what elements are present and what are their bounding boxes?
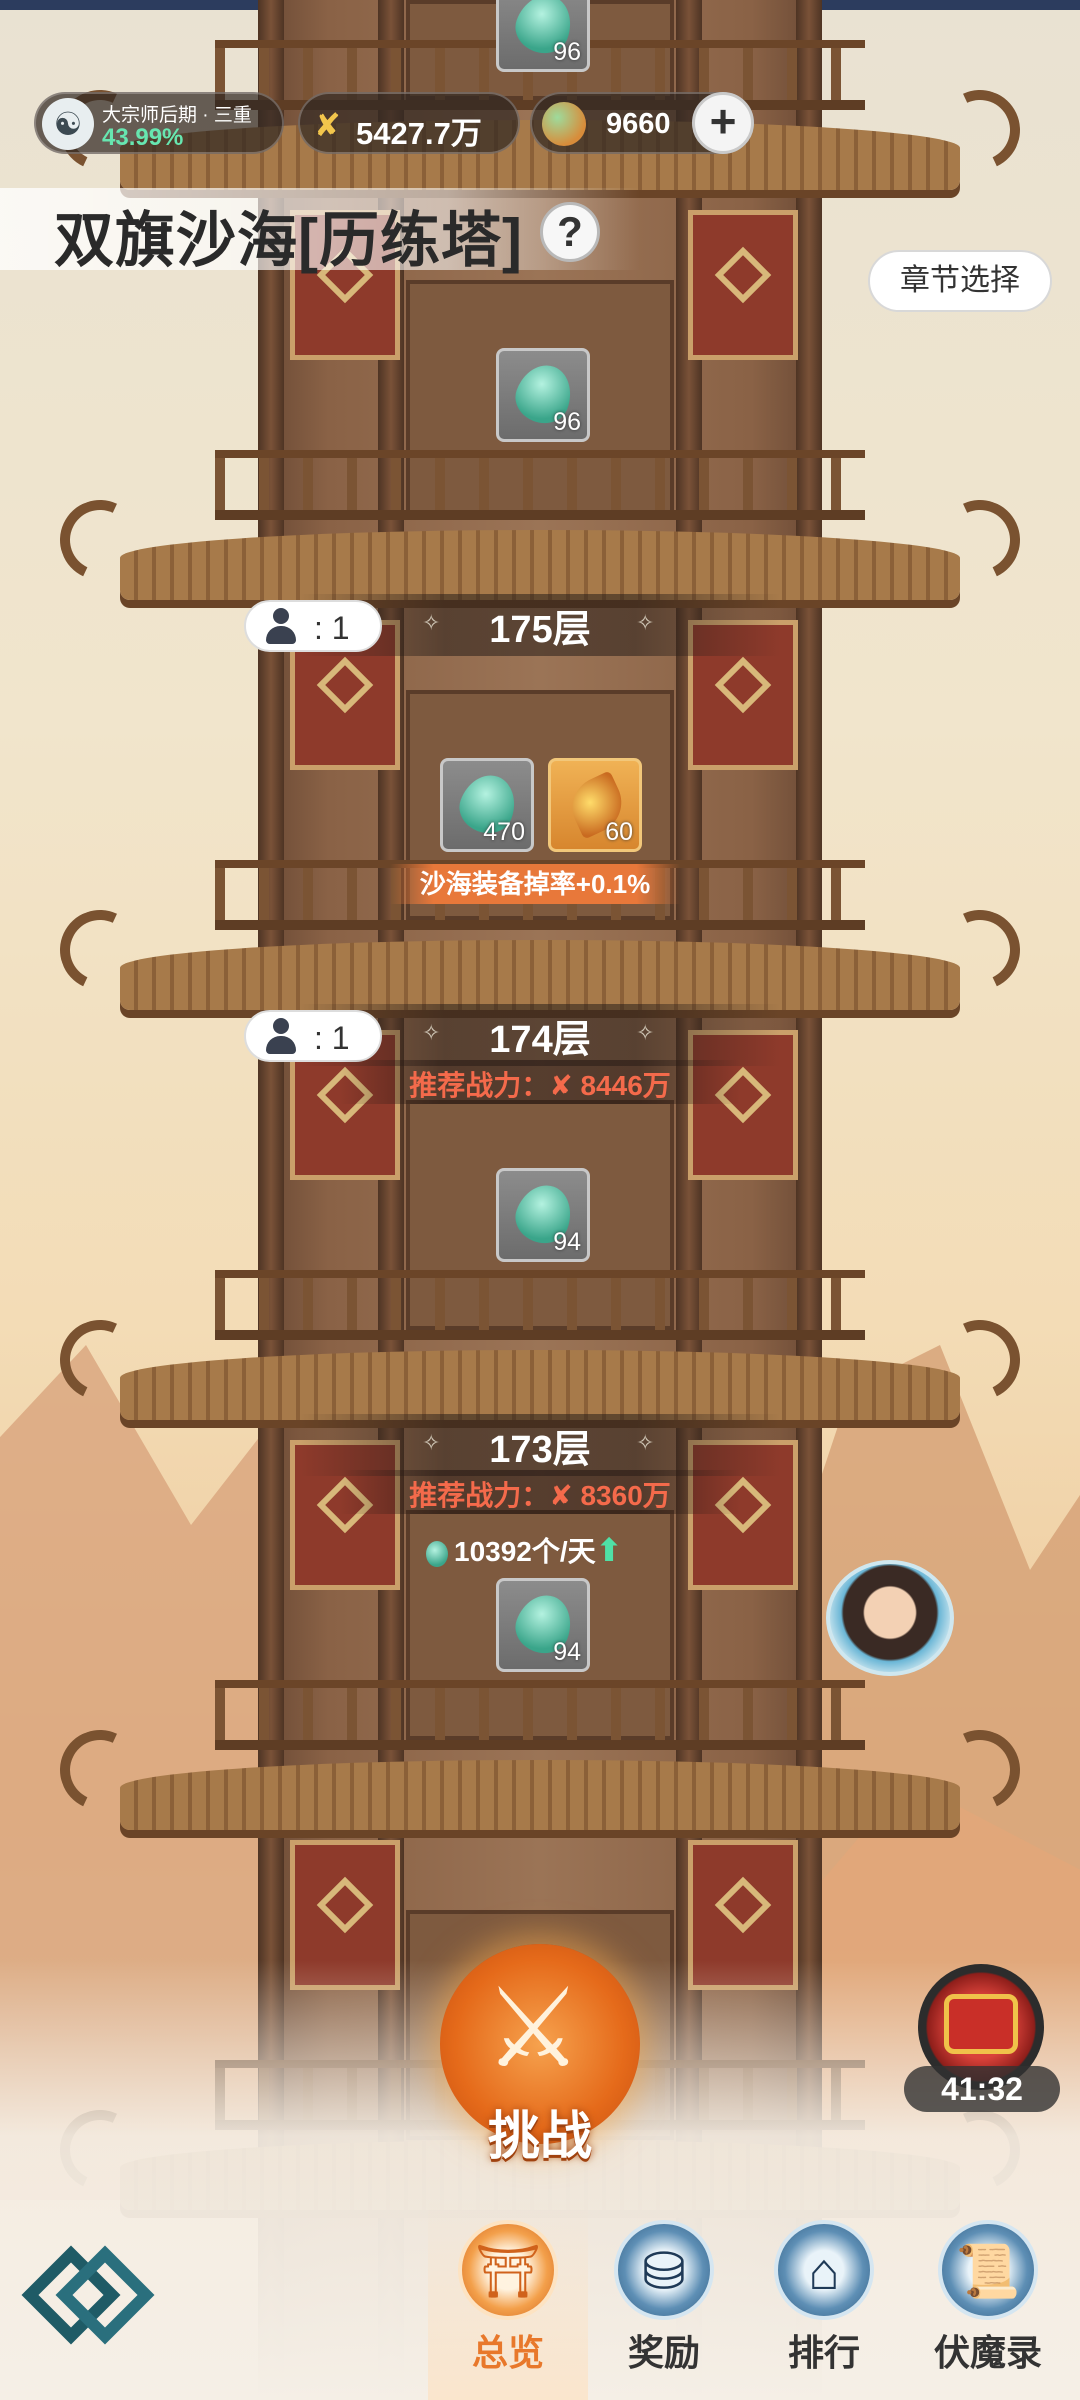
- crossed-swords-icon: ⚔: [484, 1967, 583, 2090]
- arrow-up-icon: ⬆: [595, 1532, 623, 1568]
- recommended-power: 推荐战力：✘ 8446万: [409, 1070, 671, 1101]
- crossed-swords-icon: ✘: [314, 107, 341, 143]
- tab-demon-record[interactable]: 📜 伏魔录: [908, 2200, 1068, 2400]
- reward-icon: ⛁: [614, 2220, 714, 2320]
- floor-reward-item[interactable]: 94: [496, 1578, 590, 1672]
- pagoda-icon: ⛩: [458, 2220, 558, 2320]
- scroll-icon: 📜: [938, 2220, 1038, 2320]
- page-title: 双旗沙海[历练塔]: [54, 207, 523, 274]
- floor-reward-item[interactable]: 470: [440, 758, 534, 852]
- floor-label: 174层: [489, 1019, 591, 1061]
- player-icon: [264, 608, 298, 646]
- tower-banner: [688, 210, 798, 360]
- floor-label: 173层: [489, 1429, 591, 1471]
- challenge-label[interactable]: 挑战: [440, 2094, 640, 2169]
- add-currency-button[interactable]: +: [692, 92, 754, 154]
- chapter-select-button[interactable]: 章节选择: [868, 250, 1052, 312]
- drop-rate-bonus: 沙海装备掉率+0.1%: [390, 864, 680, 904]
- currency-icon: [542, 102, 586, 146]
- realm-status[interactable]: ☯ 大宗师后期 · 三重 43.99%: [34, 92, 284, 154]
- floor-reward-item[interactable]: 60: [548, 758, 642, 852]
- tab-ranking[interactable]: ⌂ 排行: [744, 2200, 904, 2400]
- power-icon: ✘: [549, 1070, 573, 1101]
- player-character-avatar[interactable]: [826, 1560, 954, 1676]
- floor-label: 175层: [489, 609, 591, 651]
- floor-player-count[interactable]: : 1: [244, 600, 382, 652]
- tab-overview[interactable]: ⛩ 总览: [428, 2200, 588, 2400]
- ranking-icon: ⌂: [774, 2220, 874, 2320]
- combat-power-display: ✘ 5427.7万: [298, 92, 520, 154]
- help-button[interactable]: ?: [540, 202, 600, 262]
- recommended-power: 推荐战力：✘ 8360万: [409, 1480, 671, 1511]
- jade-icon: [426, 1540, 448, 1567]
- chest-timer: 41:32: [904, 2066, 1060, 2112]
- floor-reward-item[interactable]: 94: [496, 1168, 590, 1262]
- floor-reward-item[interactable]: 96: [496, 348, 590, 442]
- tower-roof: [48, 1718, 1032, 1850]
- floor-player-count[interactable]: : 1: [244, 1010, 382, 1062]
- player-icon: [264, 1018, 298, 1056]
- floor-reward-item[interactable]: 96: [496, 0, 590, 72]
- power-icon: ✘: [549, 1480, 573, 1511]
- daily-yield-rate: 10392个/天⬆: [426, 1530, 622, 1570]
- chest-icon: [944, 1994, 1018, 2054]
- bottom-nav: ⛩ 总览 ⛁ 奖励 ⌂ 排行 📜 伏魔录: [0, 2200, 1080, 2400]
- cultivator-icon: ☯: [42, 98, 94, 150]
- tab-rewards[interactable]: ⛁ 奖励: [584, 2200, 744, 2400]
